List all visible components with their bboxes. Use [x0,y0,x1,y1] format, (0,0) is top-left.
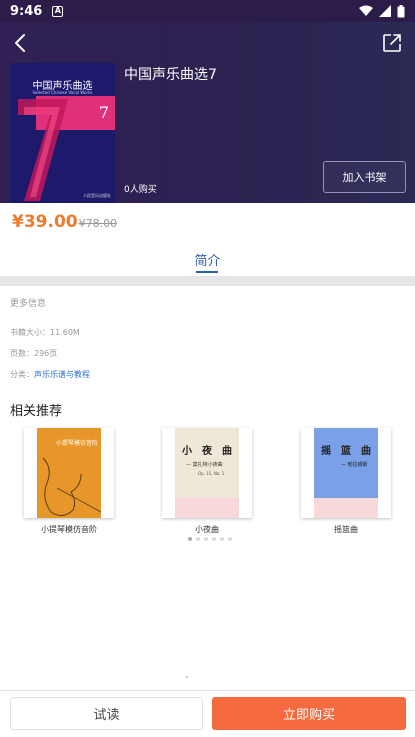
notification-a-icon: A [52,5,64,17]
status-bar: 9:46 A [0,0,415,22]
page-count-row: 页数：296页 [10,348,57,359]
cover-publisher: 人民音乐出版社 [83,193,111,198]
tab-intro[interactable]: 简介 [0,250,415,269]
category-label: 分类： [10,370,34,379]
book-size-value: 11.60M [50,328,80,337]
book-title: 中国声乐曲选7 [124,67,217,83]
recommend-cover-serenade: 小 夜 曲 — 莫扎特小夜曲 Op. 15, No. 1 [162,428,252,518]
recommend-cover-subtitle: — 勃拉姆斯 [341,462,368,468]
cover-number: 7 [98,103,109,122]
recommend-cover-violin: 小提琴模仿音阶 [24,428,114,518]
carousel-dot [196,537,200,541]
page-count-value: 296页 [34,349,58,358]
recommend-item[interactable]: 摇 篮 曲 — 勃拉姆斯 摇篮曲 [301,428,391,535]
recommend-heading: 相关推荐 [10,404,63,419]
share-icon[interactable] [381,32,403,54]
carousel-dot [220,537,224,541]
bottom-divider [0,690,415,691]
signal-icon [379,5,391,17]
tab-indicator [196,271,218,273]
recommend-cover-opus: Op. 15, No. 1 [198,471,225,476]
book-size-label: 书籍大小： [10,328,50,337]
carousel-indicator [188,537,232,541]
battery-icon [397,4,405,17]
current-price: ¥39.00 [12,212,78,232]
carousel-dot [188,537,192,541]
carousel-dot [228,537,232,541]
book-cover-image[interactable]: 中国声乐曲选 Selected Chinese Vocal Works 7 人民… [10,63,115,203]
price-row: ¥39.00 ¥78.00 [12,212,117,232]
recommend-cover-title: 小 夜 曲 [182,446,232,457]
scroll-dot [186,676,188,678]
original-price: ¥78.00 [78,217,118,230]
more-info-heading: 更多信息 [10,299,47,309]
recommend-item[interactable]: 小提琴模仿音阶 小提琴模仿音阶 [24,428,114,535]
add-to-shelf-button[interactable]: 加入书架 [323,161,406,193]
book-size-row: 书籍大小：11.60M [10,327,80,338]
section-divider [0,276,415,286]
recommend-cover-title: 小提琴模仿音阶 [55,440,98,447]
carousel-dot [212,537,216,541]
buyer-count: 0人购买 [124,185,157,195]
book-header: 中国声乐曲选 Selected Chinese Vocal Works 7 人民… [0,22,415,203]
recommend-name: 小夜曲 [195,525,219,534]
try-read-button[interactable]: 试读 [10,697,203,730]
recommend-cover-subtitle: — 莫扎特小夜曲 [186,462,223,468]
buy-now-button[interactable]: 立即购买 [212,697,406,730]
recommend-name: 小提琴模仿音阶 [41,525,97,534]
category-row: 分类：声乐乐谱与教程 [10,369,90,380]
back-icon[interactable] [10,32,32,54]
status-time: 9:46 [10,3,43,19]
category-link[interactable]: 声乐乐谱与教程 [34,370,90,379]
recommend-name: 摇篮曲 [334,525,358,534]
page-count-label: 页数： [10,349,34,358]
status-icons [359,4,405,18]
recommend-cover-title: 摇 篮 曲 [321,446,371,457]
recommend-cover-lullaby: 摇 篮 曲 — 勃拉姆斯 [301,428,391,518]
wifi-icon [359,5,373,16]
recommend-item[interactable]: 小 夜 曲 — 莫扎特小夜曲 Op. 15, No. 1 小夜曲 [162,428,252,535]
cover-seven-graphic [18,99,68,201]
carousel-dot [204,537,208,541]
